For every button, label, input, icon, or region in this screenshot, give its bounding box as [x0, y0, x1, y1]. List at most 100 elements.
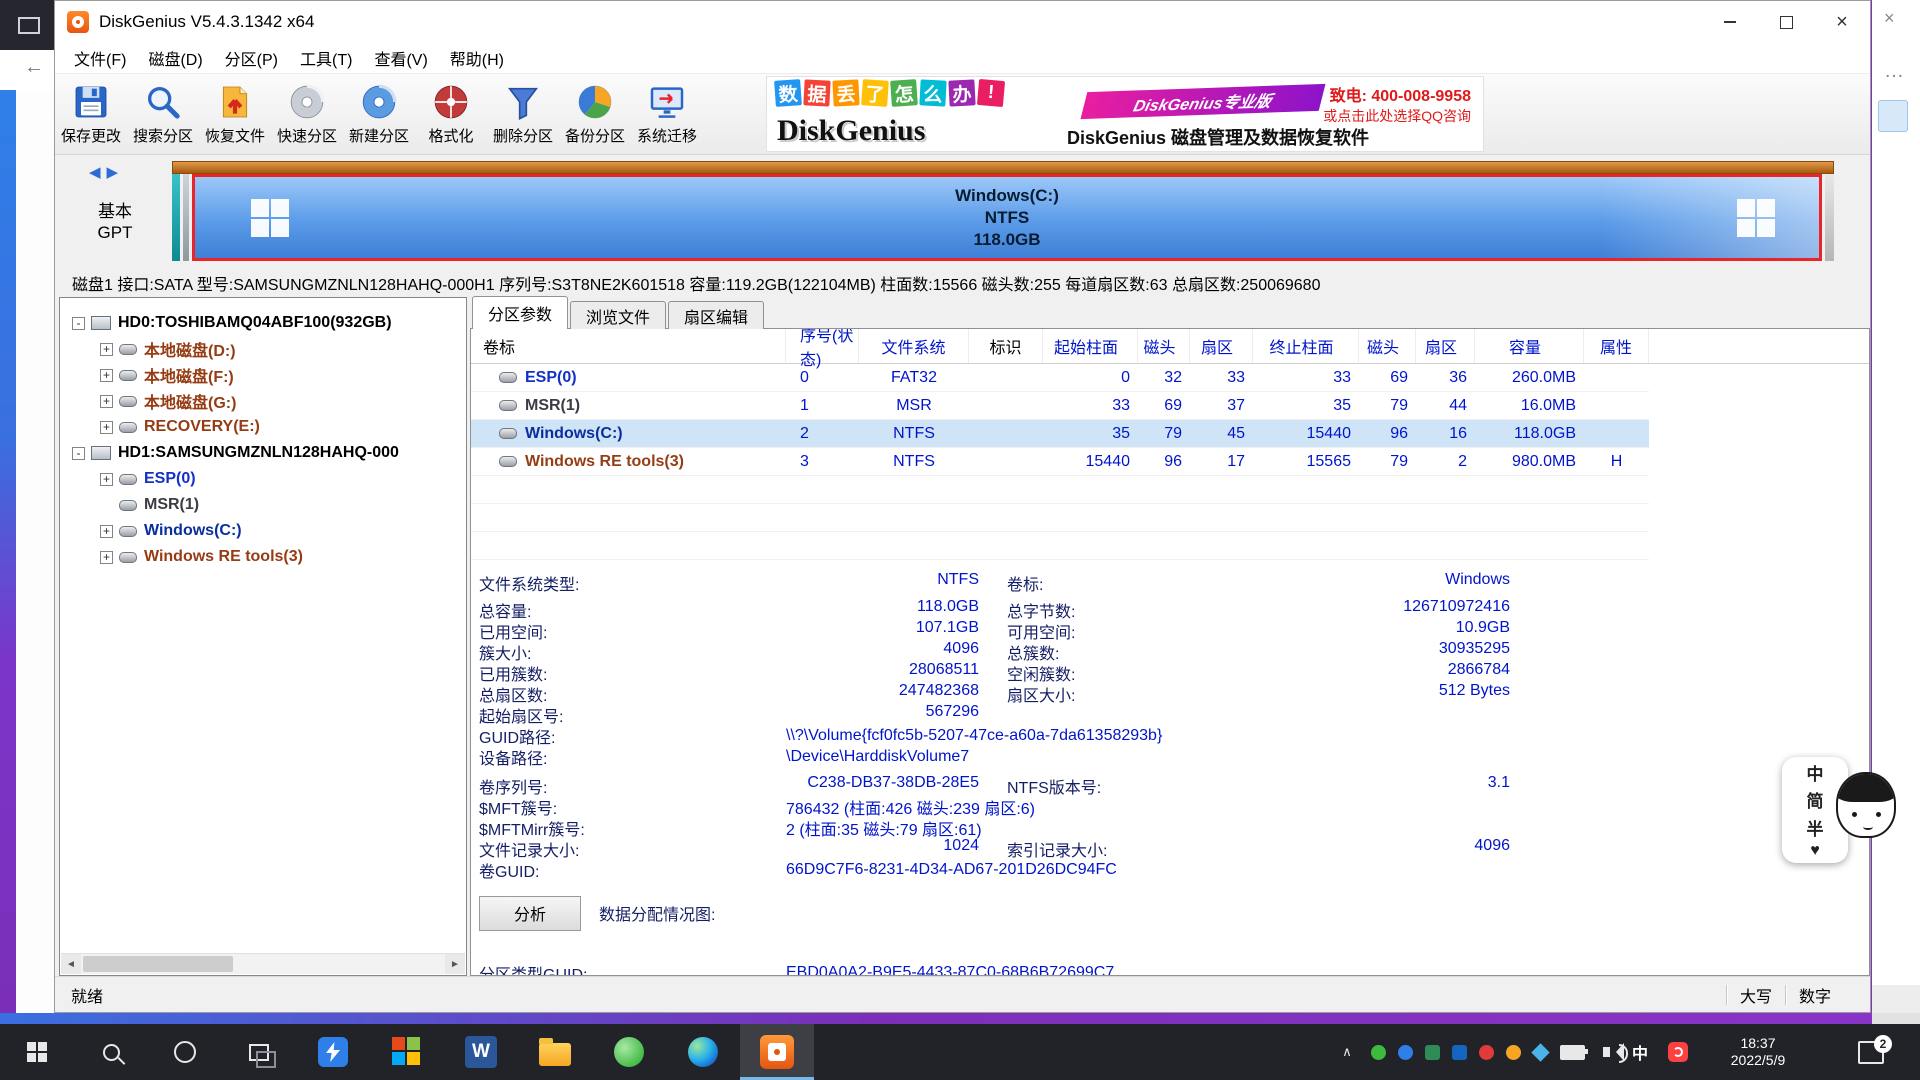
tab-partition-parameters[interactable]: 分区参数: [472, 296, 568, 329]
scroll-right-icon[interactable]: ►: [445, 954, 465, 974]
taskbar-word[interactable]: W: [444, 1024, 518, 1080]
more-options-icon[interactable]: …: [1884, 60, 1904, 83]
notification-badge: 2: [1874, 1035, 1892, 1053]
new-partition-button[interactable]: 新建分区: [343, 76, 415, 152]
close-icon[interactable]: ×: [1884, 8, 1895, 29]
taskbar-app-tiles[interactable]: [370, 1024, 444, 1080]
tray-icon-7[interactable]: [1527, 1024, 1554, 1080]
back-arrow-icon[interactable]: ←: [24, 56, 44, 79]
search-button[interactable]: [74, 1024, 148, 1080]
tray-icon-6[interactable]: [1500, 1024, 1527, 1080]
collapse-icon[interactable]: -: [72, 317, 85, 330]
tree-item-windows-c[interactable]: + Windows(C:): [60, 518, 466, 544]
tree-horizontal-scrollbar[interactable]: ◄ ►: [61, 953, 465, 974]
ime-mode-simplified[interactable]: 简: [1807, 787, 1824, 812]
cortana-button[interactable]: [148, 1024, 222, 1080]
battery-indicator[interactable]: [1554, 1024, 1590, 1080]
expand-icon[interactable]: +: [100, 343, 113, 356]
tree-item-windows-re[interactable]: + Windows RE tools(3): [60, 544, 466, 570]
menu-disk[interactable]: 磁盘(D): [137, 43, 213, 73]
menu-view[interactable]: 查看(V): [363, 43, 438, 73]
scroll-left-icon[interactable]: ◄: [61, 954, 81, 974]
ad-brand-logo: DiskGenius: [777, 114, 925, 148]
hidden-icons-chevron[interactable]: ∧: [1329, 1044, 1365, 1060]
detail-row-partition-type-guid: 分区类型GUID:EBD0A0A2-B9E5-4433-87C0-68B6B72…: [479, 961, 1114, 976]
tray-icon-5[interactable]: [1473, 1024, 1500, 1080]
tree-item-local-g[interactable]: + 本地磁盘(G:): [60, 388, 466, 414]
maximize-button[interactable]: [1758, 1, 1814, 43]
tree-item-hd1[interactable]: - HD1:SAMSUNGMZNLN128HAHQ-000: [60, 440, 466, 466]
expand-icon[interactable]: +: [100, 473, 113, 486]
tab-sector-editor[interactable]: 扇区编辑: [668, 301, 764, 329]
taskbar-edge[interactable]: [666, 1024, 740, 1080]
quick-partition-button[interactable]: 快速分区: [271, 76, 343, 152]
msr-partition-block[interactable]: [183, 174, 189, 261]
heart-icon[interactable]: ♥: [1810, 842, 1820, 860]
diskgenius-window: DiskGenius V5.4.3.1342 x64 × 文件(F) 磁盘(D)…: [54, 0, 1871, 1013]
tray-icon-1[interactable]: [1365, 1024, 1392, 1080]
disk-nav-arrows[interactable]: ◀▶: [89, 163, 124, 181]
recover-files-button[interactable]: 恢复文件: [199, 76, 271, 152]
save-changes-button[interactable]: 保存更改: [55, 76, 127, 152]
esp-partition-block[interactable]: [172, 174, 180, 261]
search-partition-button[interactable]: 搜索分区: [127, 76, 199, 152]
scrollbar-thumb[interactable]: [83, 956, 233, 972]
recovery-partition-block[interactable]: [1825, 174, 1834, 261]
tree-item-hd0[interactable]: - HD0:TOSHIBAMQ04ABF100(932GB): [60, 310, 466, 336]
volume-indicator[interactable]: [1590, 1024, 1622, 1080]
table-row-windows-c[interactable]: Windows(C:) 2 NTFS 35 79 45 15440 96 16 …: [471, 420, 1649, 448]
format-button[interactable]: 格式化: [415, 76, 487, 152]
taskbar-app-blue[interactable]: [296, 1024, 370, 1080]
background-window-body: [16, 90, 54, 1013]
expand-icon[interactable]: +: [100, 395, 113, 408]
delete-partition-button[interactable]: 删除分区: [487, 76, 559, 152]
tree-item-msr[interactable]: MSR(1): [60, 492, 466, 518]
tray-icon-4[interactable]: [1446, 1024, 1473, 1080]
orange-circle-icon: [1506, 1045, 1521, 1060]
menu-file[interactable]: 文件(F): [63, 43, 137, 73]
table-row-msr[interactable]: MSR(1) 1 MSR 33 69 37 35 79 44 16.0MB: [471, 392, 1649, 420]
sogou-input-icon[interactable]: [1658, 1024, 1698, 1080]
ad-qq-link[interactable]: 或点击此处选择QQ咨询: [1323, 106, 1471, 126]
action-center-button[interactable]: 2: [1818, 1024, 1920, 1080]
tray-icon-2[interactable]: [1392, 1024, 1419, 1080]
tab-browse-files[interactable]: 浏览文件: [570, 301, 666, 329]
tree-item-local-d[interactable]: + 本地磁盘(D:): [60, 336, 466, 362]
task-view-button[interactable]: [222, 1024, 296, 1080]
start-button[interactable]: [0, 1024, 74, 1080]
taskbar-diskgenius[interactable]: [740, 1024, 814, 1080]
collapse-icon[interactable]: -: [72, 447, 85, 460]
menu-help[interactable]: 帮助(H): [439, 43, 515, 73]
close-button[interactable]: ×: [1814, 1, 1870, 43]
expand-icon[interactable]: +: [100, 369, 113, 382]
menu-tools[interactable]: 工具(T): [289, 43, 363, 73]
ad-banner[interactable]: 数据 丢了 怎么 办! DiskGenius DiskGenius专业版 Dis…: [766, 76, 1484, 152]
windows-c-partition-block[interactable]: Windows(C:) NTFS 118.0GB: [192, 174, 1822, 261]
main-content: - HD0:TOSHIBAMQ04ABF100(932GB) + 本地磁盘(D:…: [55, 297, 1870, 976]
minimize-button[interactable]: [1702, 1, 1758, 43]
tree-item-esp[interactable]: + ESP(0): [60, 466, 466, 492]
windows-logo-icon: [1737, 199, 1775, 237]
tray-icon-3[interactable]: [1419, 1024, 1446, 1080]
menu-partition[interactable]: 分区(P): [214, 43, 289, 73]
partition-icon: [499, 400, 517, 411]
taskbar-clock[interactable]: 18:37 2022/5/9: [1698, 1035, 1818, 1069]
ime-mascot[interactable]: [1836, 772, 1896, 842]
table-row-esp[interactable]: ESP(0) 0 FAT32 0 32 33 33 69 36 260.0MB: [471, 364, 1649, 392]
backup-partition-button[interactable]: 备份分区: [559, 76, 631, 152]
table-row-windows-re[interactable]: Windows RE tools(3) 3 NTFS 15440 96 17 1…: [471, 448, 1649, 476]
scrollbar-thumb[interactable]: [1878, 100, 1908, 132]
table-empty-row: [471, 476, 1649, 504]
taskbar-file-explorer[interactable]: [518, 1024, 592, 1080]
expand-icon[interactable]: +: [100, 525, 113, 538]
ime-mode-halfwidth[interactable]: 半: [1807, 815, 1824, 840]
tree-item-local-f[interactable]: + 本地磁盘(F:): [60, 362, 466, 388]
tree-item-recovery-e[interactable]: + RECOVERY(E:): [60, 414, 466, 440]
analyze-button[interactable]: 分析: [479, 896, 581, 931]
desktop-wallpaper-strip: [0, 90, 16, 1013]
taskbar-browser-green[interactable]: [592, 1024, 666, 1080]
ime-mode-chinese[interactable]: 中: [1807, 760, 1824, 785]
expand-icon[interactable]: +: [100, 421, 113, 434]
system-migration-button[interactable]: 系统迁移: [631, 76, 703, 152]
expand-icon[interactable]: +: [100, 551, 113, 564]
